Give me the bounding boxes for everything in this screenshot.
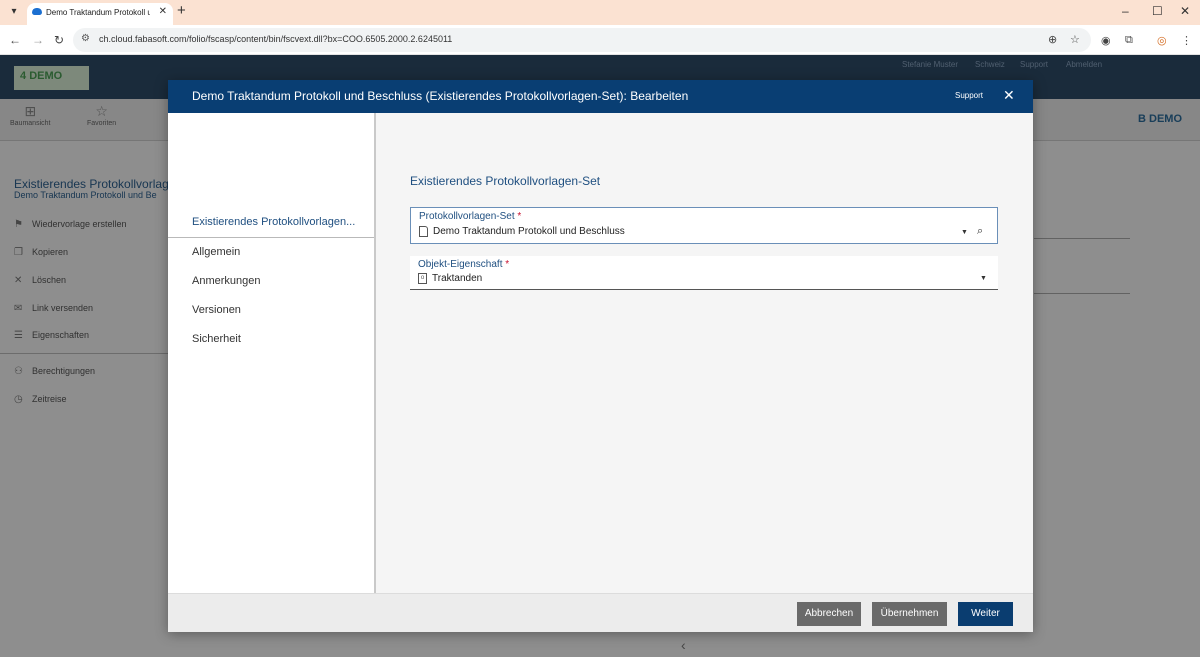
required-marker: * bbox=[505, 259, 510, 270]
url-text: ch.cloud.fabasoft.com/folio/fscasp/conte… bbox=[99, 34, 453, 44]
tab-title: Demo Traktandum Protokoll ur bbox=[46, 8, 150, 17]
maximize-icon[interactable]: ☐ bbox=[1152, 4, 1163, 18]
field-label-text: Objekt-Eigenschaft bbox=[418, 259, 503, 270]
browser-tab[interactable]: Demo Traktandum Protokoll ur ✕ bbox=[27, 3, 173, 25]
forward-icon[interactable]: → bbox=[32, 33, 44, 47]
back-icon[interactable]: ← bbox=[9, 33, 21, 47]
dropdown-arrow-icon[interactable]: ▼ bbox=[980, 275, 987, 282]
dialog-footer: Abbrechen Übernehmen Weiter bbox=[168, 593, 1033, 632]
extensions-puzzle-icon[interactable]: ⧉ bbox=[1125, 34, 1133, 47]
browser-tabbar: ▾ Demo Traktandum Protokoll ur ✕ + – ☐ ✕ bbox=[0, 0, 1200, 25]
sidebar-item-anmerkungen[interactable]: Anmerkungen bbox=[192, 275, 261, 287]
protokollvorlagen-set-field[interactable]: Protokollvorlagen-Set * Demo Traktandum … bbox=[410, 207, 998, 244]
sidebar-item-protokollvorlagen[interactable]: Existierendes Protokollvorlagen... bbox=[192, 216, 355, 228]
cloud-icon bbox=[32, 8, 42, 15]
document-icon bbox=[419, 226, 428, 237]
field-value: Demo Traktandum Protokoll und Beschluss bbox=[433, 226, 625, 237]
field-label-text: Protokollvorlagen-Set bbox=[419, 211, 515, 222]
browser-menu-icon[interactable]: ⋮ bbox=[1181, 34, 1192, 47]
sidebar-item-sicherheit[interactable]: Sicherheit bbox=[192, 333, 241, 345]
window-close-icon[interactable]: ✕ bbox=[1180, 4, 1190, 18]
reload-icon[interactable]: ↻ bbox=[54, 33, 64, 47]
minimize-icon[interactable]: – bbox=[1122, 4, 1129, 18]
active-indicator bbox=[168, 237, 374, 238]
field-value: Traktanden bbox=[432, 273, 483, 284]
apply-button[interactable]: Übernehmen bbox=[872, 602, 947, 626]
support-link[interactable]: Support bbox=[955, 91, 983, 100]
url-field[interactable]: ⚙ ch.cloud.fabasoft.com/folio/fscasp/con… bbox=[73, 28, 1091, 52]
zoom-icon[interactable]: ⊕ bbox=[1048, 33, 1057, 46]
required-marker: * bbox=[517, 211, 522, 222]
address-bar: ← → ↻ ⚙ ch.cloud.fabasoft.com/folio/fsca… bbox=[0, 25, 1200, 55]
property-icon: o bbox=[418, 273, 427, 284]
edit-dialog: Demo Traktandum Protokoll und Beschluss … bbox=[168, 80, 1033, 632]
site-settings-icon[interactable]: ⚙ bbox=[81, 33, 90, 44]
dialog-header: Demo Traktandum Protokoll und Beschluss … bbox=[168, 80, 1033, 113]
profile-icon[interactable]: ◎ bbox=[1157, 34, 1167, 47]
new-tab-icon[interactable]: + bbox=[177, 2, 186, 19]
field-label: Protokollvorlagen-Set * bbox=[419, 211, 521, 222]
tab-list-icon[interactable]: ▾ bbox=[6, 4, 22, 20]
next-button[interactable]: Weiter bbox=[958, 602, 1013, 626]
dropdown-arrow-icon[interactable]: ▼ bbox=[961, 229, 968, 236]
cancel-button[interactable]: Abbrechen bbox=[797, 602, 861, 626]
sidebar-item-allgemein[interactable]: Allgemein bbox=[192, 246, 240, 258]
close-icon[interactable]: ✕ bbox=[1003, 87, 1015, 103]
section-title: Existierendes Protokollvorlagen-Set bbox=[410, 174, 601, 188]
sidebar-item-versionen[interactable]: Versionen bbox=[192, 304, 241, 316]
dialog-title: Demo Traktandum Protokoll und Beschluss … bbox=[192, 89, 689, 103]
dialog-sidebar: Existierendes Protokollvorlagen... Allge… bbox=[168, 113, 376, 593]
close-tab-icon[interactable]: ✕ bbox=[159, 6, 167, 17]
field-label: Objekt-Eigenschaft * bbox=[418, 259, 509, 270]
dialog-content: Existierendes Protokollvorlagen-Set Prot… bbox=[376, 113, 1033, 593]
bookmark-star-icon[interactable]: ☆ bbox=[1070, 33, 1080, 46]
extension-icon[interactable]: ◉ bbox=[1101, 34, 1111, 47]
search-icon[interactable]: ⌕ bbox=[977, 225, 983, 238]
objekt-eigenschaft-field[interactable]: Objekt-Eigenschaft * o Traktanden ▼ bbox=[410, 256, 998, 290]
